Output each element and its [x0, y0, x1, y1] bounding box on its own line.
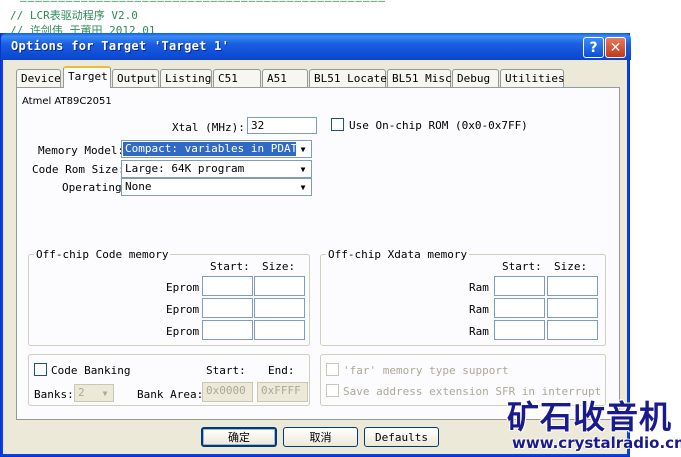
far-memory-label: 'far' memory type support — [343, 364, 509, 377]
ram-label-1: Ram — [469, 281, 489, 294]
eprom-label-2: Eprom — [166, 303, 200, 316]
bank-area-start[interactable]: 0x0000 — [202, 382, 253, 402]
eprom-size-3[interactable] — [254, 320, 305, 340]
tab-bl51-misc[interactable]: BL51 Misc — [387, 69, 452, 87]
tab-a51[interactable]: A51 — [262, 69, 308, 87]
ram-label-2: Ram — [469, 303, 489, 316]
ram-start-1[interactable] — [494, 276, 545, 296]
editor-comment-rule: ————————————————————————————————————————… — [20, 0, 386, 7]
tab-debug[interactable]: Debug — [452, 69, 499, 87]
ram-label-3: Ram — [469, 325, 489, 338]
tab-listing[interactable]: Listing — [160, 69, 212, 87]
watermark-text: 矿石收音机 — [507, 398, 673, 436]
editor-line-1: // LCR表驱动程序 V2.0 — [10, 9, 138, 22]
onchip-rom-checkbox[interactable] — [331, 118, 344, 131]
editor-background: ————————————————————————————————————————… — [0, 0, 681, 34]
bank-area-end[interactable]: 0xFFFF — [257, 382, 308, 402]
code-banking-label: Code Banking — [51, 364, 131, 377]
operating-select[interactable]: None ▼ — [121, 178, 312, 196]
ram-start-2[interactable] — [494, 298, 545, 318]
code-rom-select[interactable]: Large: 64K program ▼ — [121, 160, 312, 178]
tab-bl51-locate[interactable]: BL51 Locate — [309, 69, 387, 87]
offchip-xdata-size-header: Size: — [554, 260, 588, 273]
chevron-down-icon: ▼ — [98, 386, 112, 400]
dialog-titlebar[interactable]: Options for Target 'Target 1' ? ✕ — [1, 33, 631, 60]
tab-output[interactable]: Output — [112, 69, 159, 87]
eprom-start-3[interactable] — [202, 320, 253, 340]
close-icon: ✕ — [609, 39, 622, 56]
ok-button[interactable]: 确定 — [201, 427, 277, 447]
chevron-down-icon: ▼ — [296, 180, 310, 194]
watermark-url: www.crystalradio.cn — [512, 434, 681, 452]
eprom-label-3: Eprom — [166, 325, 200, 338]
eprom-size-1[interactable] — [254, 276, 305, 296]
offchip-code-size-header: Size: — [262, 260, 296, 273]
offchip-code-start-header: Start: — [210, 260, 250, 273]
eprom-label-1: Eprom — [166, 281, 200, 294]
tab-utilities[interactable]: Utilities — [500, 69, 565, 87]
save-ext-checkbox[interactable] — [326, 384, 339, 397]
banks-select[interactable]: 2 ▼ — [74, 384, 114, 402]
chevron-down-icon: ▼ — [296, 142, 310, 156]
code-rom-label: Code Rom Size: — [32, 163, 125, 176]
close-button[interactable]: ✕ — [605, 37, 626, 58]
tab-c51[interactable]: C51 — [213, 69, 261, 87]
ram-start-3[interactable] — [494, 320, 545, 340]
defaults-button[interactable]: Defaults — [364, 427, 439, 447]
onchip-rom-label: Use On-chip ROM (0x0-0x7FF) — [349, 119, 528, 132]
offchip-xdata-start-header: Start: — [502, 260, 542, 273]
dialog-title: Options for Target 'Target 1' — [11, 39, 230, 53]
cancel-button[interactable]: 取消 — [283, 427, 358, 447]
far-memory-checkbox[interactable] — [326, 363, 339, 376]
operating-value: None — [125, 180, 152, 193]
eprom-start-1[interactable] — [202, 276, 253, 296]
memory-model-select[interactable]: Compact: variables in PDATA ▼ — [121, 140, 312, 158]
memory-model-value: Compact: variables in PDATA — [123, 142, 306, 156]
xtal-label: Xtal (MHz): — [172, 121, 245, 134]
chevron-down-icon: ▼ — [296, 162, 310, 176]
help-button[interactable]: ? — [583, 37, 604, 58]
help-icon: ? — [589, 39, 598, 56]
code-banking-checkbox[interactable] — [34, 363, 47, 376]
device-name: Atmel AT89C2051 — [22, 96, 112, 107]
operating-label: Operating — [62, 181, 122, 194]
banks-value: 2 — [78, 386, 85, 399]
watermark-logo: 矿石收音机 — [507, 392, 672, 438]
offchip-xdata-title: Off-chip Xdata memory — [326, 248, 470, 261]
bank-end-header: End: — [268, 364, 295, 377]
ram-size-1[interactable] — [547, 276, 598, 296]
eprom-size-2[interactable] — [254, 298, 305, 318]
ram-size-3[interactable] — [547, 320, 598, 340]
tab-device[interactable]: Device — [16, 69, 61, 87]
bank-start-header: Start: — [206, 364, 246, 377]
memory-model-label: Memory Model: — [38, 144, 125, 157]
ram-size-2[interactable] — [547, 298, 598, 318]
banks-label: Banks: — [34, 388, 74, 401]
offchip-code-title: Off-chip Code memory — [34, 248, 171, 261]
code-rom-value: Large: 64K program — [125, 162, 245, 175]
tab-target[interactable]: Target — [63, 66, 111, 88]
bank-area-label: Bank Area: — [137, 388, 204, 401]
xtal-input[interactable]: 32 — [247, 117, 317, 134]
eprom-start-2[interactable] — [202, 298, 253, 318]
